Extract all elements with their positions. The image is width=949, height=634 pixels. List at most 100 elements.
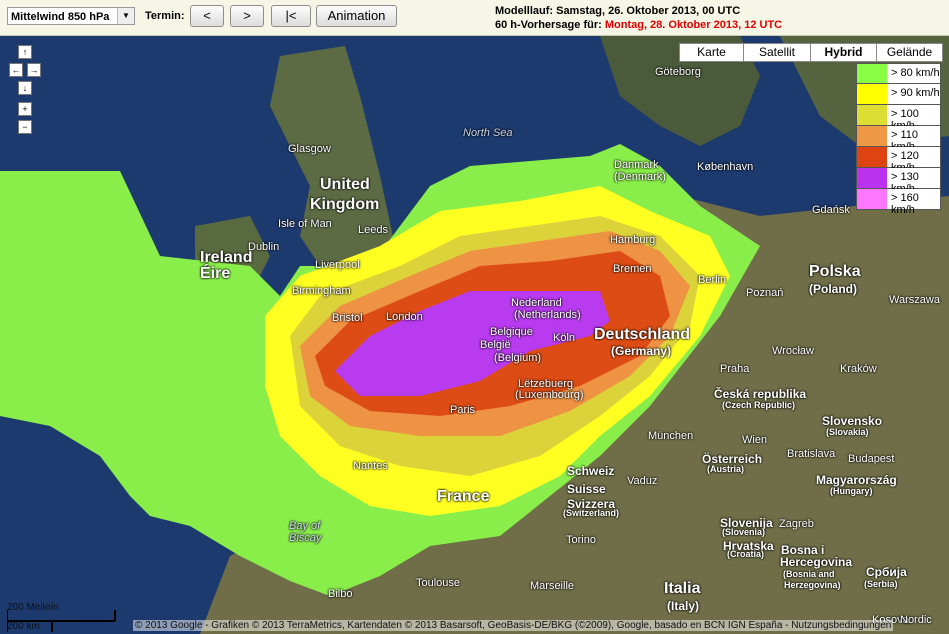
map-label: (Denmark) xyxy=(614,171,666,183)
map-label: Isle of Man xyxy=(278,218,332,230)
map-label: Bratislava xyxy=(787,448,836,460)
map-label: Bay of xyxy=(289,520,321,532)
legend-swatch xyxy=(857,147,887,167)
map-label: Liverpool xyxy=(315,259,360,271)
map-label: Polska xyxy=(809,263,861,280)
zoom-out-icon[interactable]: − xyxy=(18,120,32,134)
map-label: (Poland) xyxy=(809,282,857,296)
map-label: Herzegovina) xyxy=(784,580,841,590)
map-label: (Croatia) xyxy=(727,549,765,559)
map-copyright: © 2013 Google - Grafiken © 2013 TerraMet… xyxy=(133,620,894,631)
map-label: London xyxy=(386,311,423,323)
map-label: Bremen xyxy=(613,263,652,275)
scale-bar xyxy=(7,610,116,632)
map-label: Toulouse xyxy=(416,577,461,589)
next-button[interactable]: > xyxy=(230,5,264,27)
legend-label: > 160 km/h xyxy=(891,192,919,216)
map-label: (Slovakia) xyxy=(826,427,869,437)
map-label: Éire xyxy=(200,265,231,282)
pan-right-icon[interactable]: → xyxy=(27,63,41,77)
map-label: Köln xyxy=(553,332,576,344)
prev-button[interactable]: < xyxy=(190,5,224,27)
map-canvas[interactable]: Göteborg North Sea Glasgow Danmark (Denmark)… xyxy=(0,36,949,634)
map-type-satellit[interactable]: Satellit xyxy=(743,43,811,62)
map-label: (Serbia) xyxy=(864,579,898,589)
map-label: (Luxembourg) xyxy=(515,389,584,401)
level-select-value: Mittelwind 850 hPa xyxy=(11,11,110,23)
map-label: North Sea xyxy=(463,127,513,139)
pan-down-icon[interactable]: ↓ xyxy=(18,81,32,95)
map-label: Dublin xyxy=(248,241,280,253)
map-label: Praha xyxy=(720,363,750,375)
map-label: Zagreb xyxy=(779,518,814,530)
legend-row: > 130 km/h xyxy=(856,168,941,195)
level-select[interactable]: Mittelwind 850 hPa ▼ xyxy=(7,7,135,25)
forecast-time: Montag, 28. Oktober 2013, 12 UTC xyxy=(604,19,783,31)
map-label: België xyxy=(480,339,511,351)
map-label: Biscay xyxy=(289,532,322,544)
run-info: Modelllauf: Samstag, 26. Oktober 2013, 0… xyxy=(495,4,782,32)
map-label: Nantes xyxy=(353,460,388,472)
model-run: Modelllauf: Samstag, 26. Oktober 2013, 0… xyxy=(495,5,741,17)
map-label: Hamburg xyxy=(610,234,656,246)
legend-swatch xyxy=(857,168,887,188)
animation-button[interactable]: Animation xyxy=(316,5,397,27)
map-label: Kingdom xyxy=(310,196,380,213)
map-label: Berlin xyxy=(698,274,727,286)
forecast-line: 60 h-Vorhersage für: Montag, 28. Oktober… xyxy=(495,18,782,32)
pan-left-icon[interactable]: ← xyxy=(9,63,23,77)
map-label: Danmark xyxy=(614,159,659,171)
map-label: Suisse xyxy=(567,482,606,496)
map-label: Göteborg xyxy=(655,66,701,78)
legend-row: > 90 km/h xyxy=(856,84,941,105)
map-type-gelaende[interactable]: Gelände xyxy=(876,43,943,62)
map-label: Belgique xyxy=(490,326,533,338)
legend-label: > 80 km/h xyxy=(891,67,940,79)
legend-label: > 90 km/h xyxy=(891,87,940,99)
map-label: Torino xyxy=(566,534,596,546)
first-button[interactable]: |< xyxy=(271,5,311,27)
map-label: Marseille xyxy=(530,580,575,592)
map-label: Slovensko xyxy=(822,414,883,428)
map-label: Poznań xyxy=(746,287,784,299)
map-label: Wrocław xyxy=(772,345,814,357)
map-label: Birmingham xyxy=(292,285,351,297)
map-label: Vaduz xyxy=(627,475,658,487)
map-label: (Netherlands) xyxy=(514,309,581,321)
map-label: Budapest xyxy=(848,453,895,465)
pan-up-icon[interactable]: ↑ xyxy=(18,45,32,59)
wind-legend: > 80 km/h> 90 km/h> 100 km/h> 110 km/h> … xyxy=(856,63,941,216)
legend-row: > 110 km/h xyxy=(856,126,941,153)
map-label: (Czech Republic) xyxy=(722,400,796,410)
map-label: Italia xyxy=(664,580,701,597)
map-label: (Bosnia and xyxy=(783,569,835,579)
map-label: Magyarország xyxy=(816,473,897,487)
map-label: Leeds xyxy=(358,224,388,236)
map-label: Nordic xyxy=(900,614,932,626)
zoom-in-icon[interactable]: + xyxy=(18,102,32,116)
map-label: Bilbo xyxy=(328,588,353,600)
map-label: Hercegovina xyxy=(780,555,853,569)
map-type-karte[interactable]: Karte xyxy=(679,43,744,62)
termin-label: Termin: xyxy=(145,10,185,22)
map-label: (Switzerland) xyxy=(563,508,620,518)
legend-row: > 80 km/h xyxy=(856,63,941,84)
legend-swatch xyxy=(857,126,887,146)
map-label: (Germany) xyxy=(611,344,672,358)
map-label: Česká republika xyxy=(714,387,807,401)
map-label: (Italy) xyxy=(667,599,700,613)
map-label: Bristol xyxy=(332,312,363,324)
map-label: Србија xyxy=(866,565,907,579)
legend-row: > 100 km/h xyxy=(856,105,941,132)
chevron-down-icon[interactable]: ▼ xyxy=(117,8,134,24)
map-label: København xyxy=(697,161,754,173)
map-label: Deutschland xyxy=(594,326,691,343)
legend-swatch xyxy=(857,189,887,209)
map-label: (Hungary) xyxy=(830,486,873,496)
map-label: United xyxy=(320,176,370,193)
toolbar: Mittelwind 850 hPa ▼ Termin: < > |< Anim… xyxy=(0,0,949,36)
legend-row: > 120 km/h xyxy=(856,147,941,174)
legend-swatch xyxy=(857,105,887,125)
legend-swatch xyxy=(857,84,887,104)
map-type-hybrid[interactable]: Hybrid xyxy=(810,43,877,62)
